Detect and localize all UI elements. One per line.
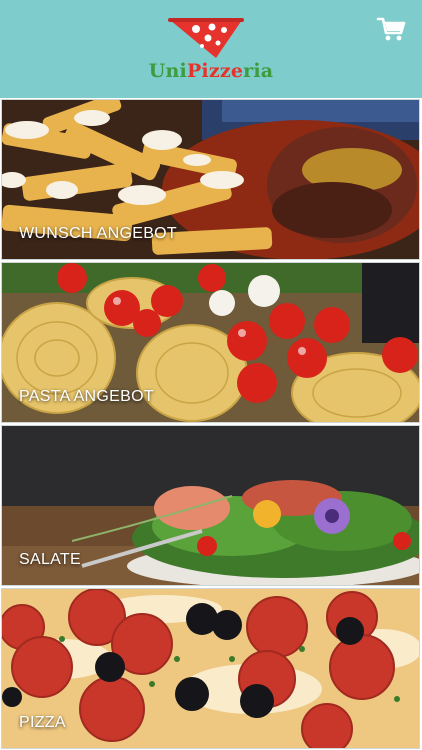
shopping-cart-icon[interactable] bbox=[376, 14, 406, 44]
logo: UniPizzeria bbox=[0, 12, 422, 84]
category-label: PIZZA bbox=[19, 714, 66, 731]
app-header: UniPizzeria bbox=[0, 0, 422, 98]
brand-name: UniPizzeria bbox=[148, 60, 274, 82]
category-label: WUNSCH ANGEBOT bbox=[19, 225, 177, 242]
category-tile-wunsch-angebot[interactable]: WUNSCH ANGEBOT bbox=[1, 99, 420, 260]
category-list: WUNSCH ANGEBOT PASTA ANGEBOT SALATE PIZZ… bbox=[0, 98, 422, 750]
pizza-slice-logo-icon bbox=[168, 18, 244, 58]
category-label: PASTA ANGEBOT bbox=[19, 388, 154, 405]
category-tile-salate[interactable]: SALATE bbox=[1, 425, 420, 586]
category-tile-pasta-angebot[interactable]: PASTA ANGEBOT bbox=[1, 262, 420, 423]
category-label: SALATE bbox=[19, 551, 81, 568]
category-tile-pizza[interactable]: PIZZA bbox=[1, 588, 420, 749]
